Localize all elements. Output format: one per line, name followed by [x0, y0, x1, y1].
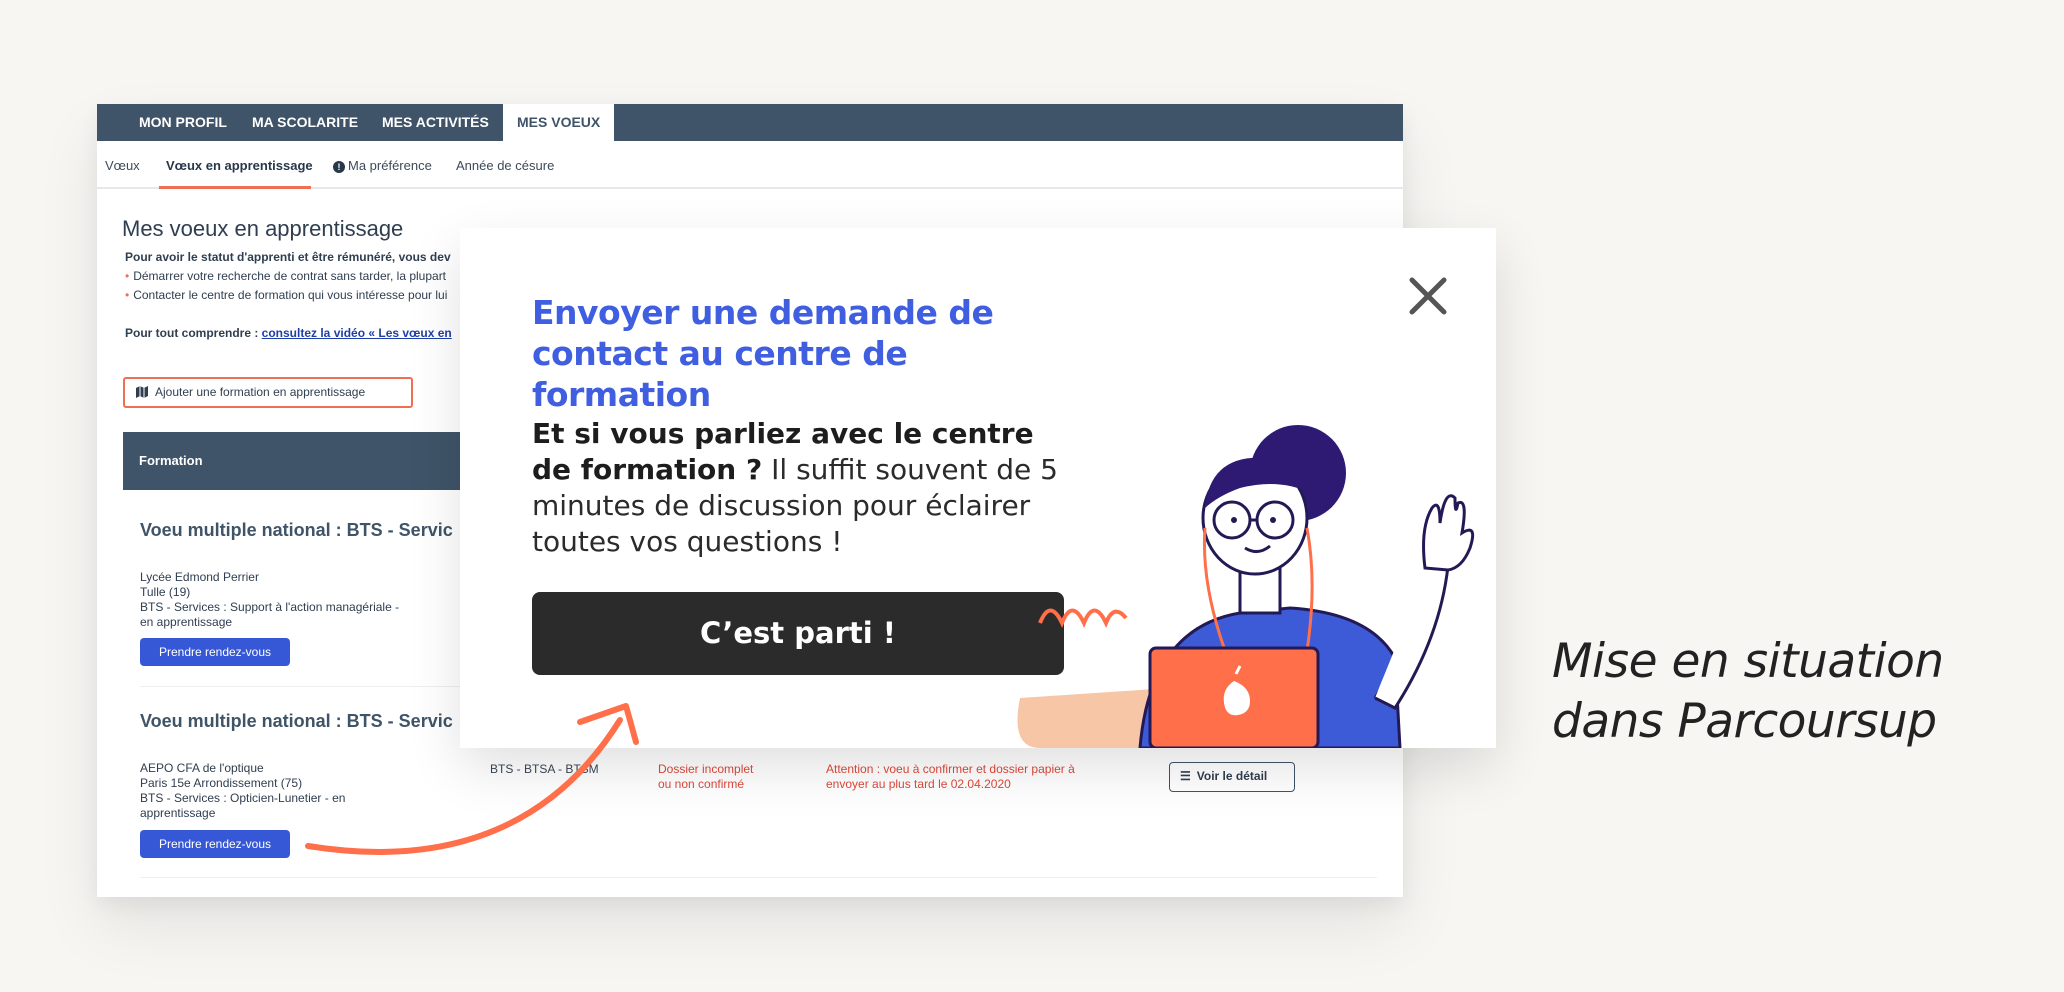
video-link[interactable]: consultez la vidéo « Les vœux en	[262, 326, 452, 340]
voir-detail-button[interactable]: ☰ Voir le détail	[1169, 762, 1295, 792]
info-icon: !	[333, 161, 345, 173]
subtab-ma-preference[interactable]: ! Ma préférence	[333, 158, 432, 173]
menu-icon: ☰	[1180, 769, 1191, 783]
understand-line: Pour tout comprendre : consultez la vidé…	[125, 326, 452, 340]
top-navigation: MON PROFIL MA SCOLARITE MES ACTIVITÉS ME…	[97, 104, 1403, 141]
row-divider	[140, 877, 1377, 878]
subtab-voeux[interactable]: Vœux	[105, 158, 140, 173]
school-info: Lycée Edmond Perrier Tulle (19) BTS - Se…	[140, 570, 400, 629]
school-info: AEPO CFA de l'optique Paris 15e Arrondis…	[140, 761, 346, 820]
add-formation-button[interactable]: Ajouter une formation en apprentissage	[123, 377, 413, 408]
active-tab-indicator	[159, 186, 311, 189]
formation-code: BTS - BTSA - BTSM	[490, 762, 599, 776]
intro-bullet-1: • Démarrer votre recherche de contrat san…	[125, 269, 447, 283]
intro-bullet-2: • Contacter le centre de formation qui vo…	[125, 288, 448, 302]
contact-modal: Envoyer une demande de contact au centre…	[460, 228, 1496, 748]
tab-mon-profil[interactable]: MON PROFIL	[139, 104, 227, 141]
voeu-title: Voeu multiple national : BTS - Servic	[140, 520, 453, 540]
prendre-rdv-button[interactable]: Prendre rendez-vous	[140, 638, 290, 666]
column-formation: Formation	[139, 453, 203, 468]
warning-text: Attention : voeu à confirmer et dossier …	[826, 762, 1075, 791]
woman-laptop-illustration	[1017, 425, 1475, 748]
subtab-voeux-apprentissage[interactable]: Vœux en apprentissage	[166, 158, 313, 173]
sub-navigation: Vœux Vœux en apprentissage ! Ma préférenc…	[97, 141, 1403, 189]
subtab-annee-cesure[interactable]: Année de césure	[456, 158, 554, 173]
intro-text: Pour avoir le statut d'apprenti et être …	[125, 250, 451, 264]
modal-title: Envoyer une demande de contact au centre…	[532, 293, 994, 414]
prendre-rdv-button[interactable]: Prendre rendez-vous	[140, 830, 290, 858]
map-icon	[136, 386, 148, 398]
page-title: Mes voeux en apprentissage	[122, 216, 404, 241]
tab-mes-voeux[interactable]: MES VOEUX	[503, 104, 615, 141]
subtab-ma-preference-label: Ma préférence	[348, 158, 432, 173]
modal-text: Et si vous parliez avec le centre de for…	[532, 417, 1058, 558]
close-icon[interactable]	[1404, 272, 1452, 320]
caption: Mise en situation dans Parcoursup	[1552, 634, 1944, 749]
dossier-status: Dossier incomplet ou non confirmé	[658, 762, 754, 791]
tab-mes-activites[interactable]: MES ACTIVITÉS	[382, 104, 489, 141]
cest-parti-button[interactable]: C’est parti !	[532, 592, 1064, 675]
voeu-title: Voeu multiple national : BTS - Servic	[140, 711, 453, 731]
tab-ma-scolarite[interactable]: MA SCOLARITE	[252, 104, 358, 141]
